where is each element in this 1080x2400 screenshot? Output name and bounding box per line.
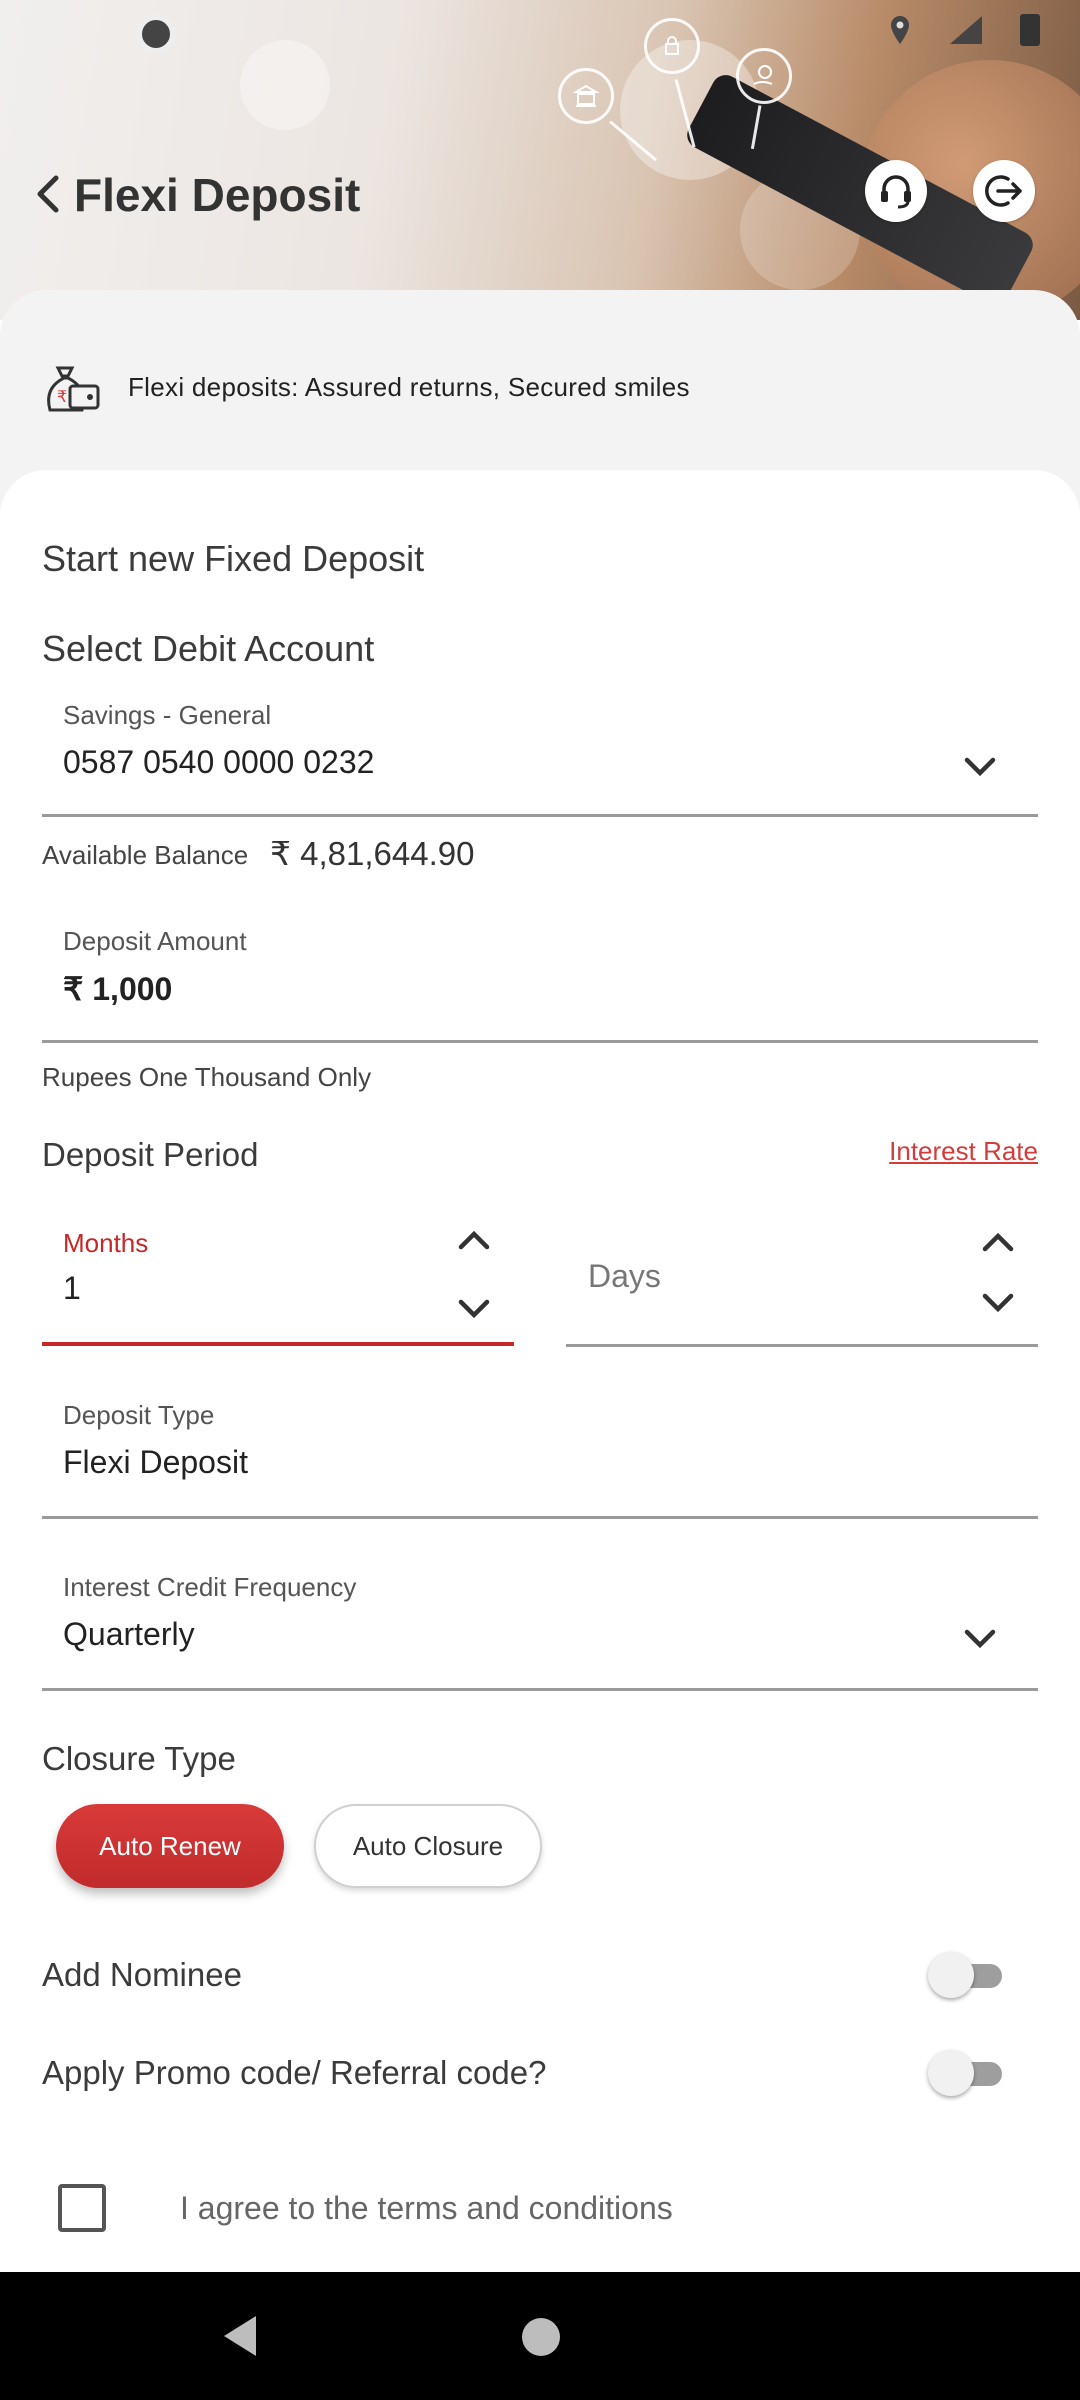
deposit-type-label: Deposit Type [63,1400,215,1430]
money-wallet-icon: ₹ [47,366,100,412]
closure-type-heading: Closure Type [42,1740,236,1777]
toggle-knob [928,2050,974,2096]
headset-icon[interactable] [865,160,927,222]
banner-text: Flexi deposits: Assured returns, Secured… [128,372,690,402]
nav-home-icon[interactable] [522,2318,560,2356]
system-nav-bar [0,2272,1080,2400]
field-underline [42,1688,1038,1691]
header-banner: Flexi Deposit [0,0,1080,320]
debit-account-heading: Select Debit Account [42,628,375,669]
field-underline [42,1040,1038,1043]
deposit-type-value: Flexi Deposit [63,1444,248,1480]
promo-code-toggle[interactable] [928,2050,1006,2096]
top-nav: Flexi Deposit [0,160,1080,232]
auto-closure-button[interactable]: Auto Closure [314,1804,542,1888]
deposit-amount-value: ₹ 1,000 [63,971,173,1007]
interest-rate-link[interactable]: Interest Rate [889,1136,1038,1167]
chevron-up-icon[interactable] [981,1230,1015,1254]
nav-back-icon[interactable] [220,2314,260,2358]
location-icon [891,16,909,44]
chevron-down-icon [964,1629,996,1649]
status-bar [0,0,1080,64]
logout-icon[interactable] [973,160,1035,222]
section-title: Start new Fixed Deposit [42,538,425,579]
interest-frequency-label: Interest Credit Frequency [63,1572,357,1602]
field-underline [42,1516,1038,1519]
field-underline [566,1344,1038,1347]
auto-renew-button[interactable]: Auto Renew [56,1804,284,1888]
field-underline-active [42,1342,514,1346]
months-value: 1 [63,1270,81,1306]
battery-icon [1020,14,1040,46]
field-underline [42,814,1038,817]
terms-checkbox[interactable] [58,2184,106,2232]
available-balance-label: Available Balance [42,840,249,870]
chevron-down-icon [964,757,996,777]
debit-account-value: 0587 0540 0000 0232 [63,744,375,780]
chevron-down-icon[interactable] [457,1296,491,1320]
bank-icon [558,68,614,124]
deposit-amount-label: Deposit Amount [63,926,247,956]
chevron-down-icon[interactable] [981,1290,1015,1314]
terms-label: I agree to the terms and conditions [180,2190,673,2226]
toggle-knob [928,1952,974,1998]
svg-text:₹: ₹ [57,387,67,406]
amount-in-words: Rupees One Thousand Only [42,1062,372,1092]
deposit-form: Start new Fixed Deposit Select Debit Acc… [0,470,1080,2272]
add-nominee-label: Add Nominee [42,1956,242,1993]
available-balance-value: ₹ 4,81,644.90 [270,835,475,872]
days-placeholder: Days [588,1258,661,1294]
chevron-up-icon[interactable] [457,1228,491,1252]
deposit-period-heading: Deposit Period [42,1136,259,1173]
months-label: Months [63,1228,149,1258]
interest-frequency-value: Quarterly [63,1616,195,1652]
add-nominee-toggle[interactable] [928,1952,1006,1998]
signal-icon [950,16,982,44]
promo-code-label: Apply Promo code/ Referral code? [42,2054,547,2091]
app-notification-icon [136,14,176,54]
chevron-left-icon[interactable] [26,170,76,220]
page-title: Flexi Deposit [74,169,361,221]
debit-account-label: Savings - General [63,700,272,730]
